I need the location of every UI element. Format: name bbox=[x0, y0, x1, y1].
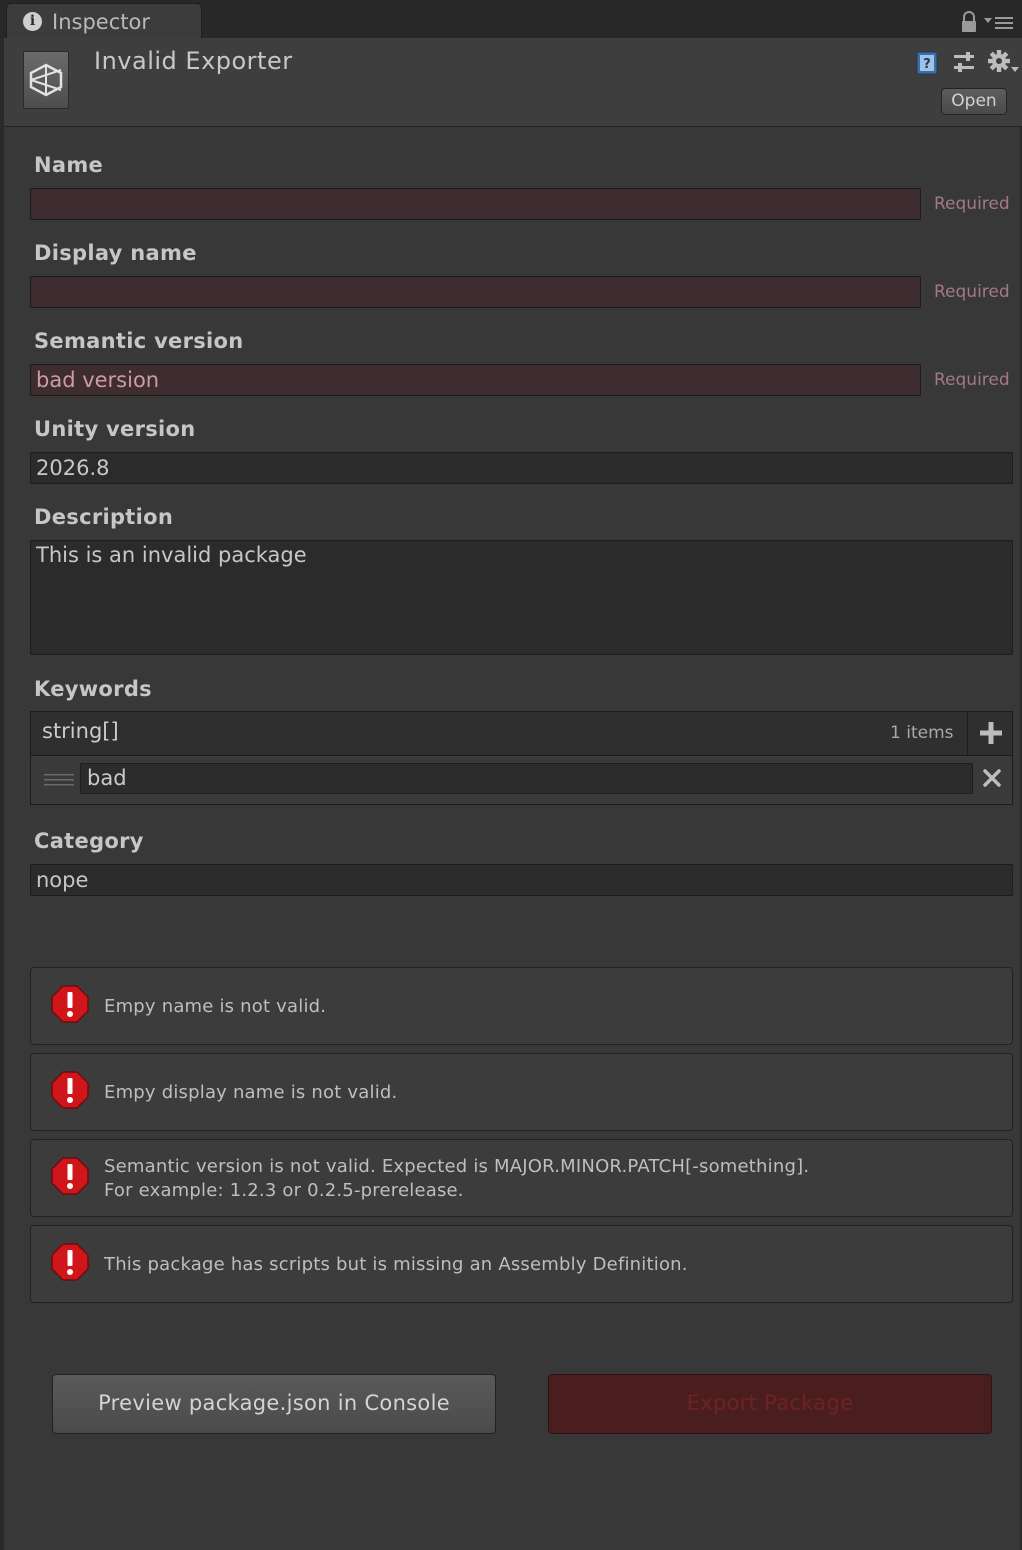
close-icon[interactable] bbox=[982, 768, 1002, 788]
display-name-label: Display name bbox=[34, 241, 197, 265]
keyword-item-field[interactable]: bad bbox=[80, 763, 973, 794]
keywords-label: Keywords bbox=[34, 677, 152, 701]
unity-logo-icon bbox=[23, 51, 69, 109]
open-button[interactable]: Open bbox=[941, 88, 1007, 115]
list-divider bbox=[967, 712, 968, 755]
keywords-list: bad bbox=[30, 755, 1013, 805]
keywords-list-header: string[] 1 items bbox=[30, 711, 1013, 756]
name-required-hint: Required bbox=[934, 194, 1010, 214]
category-label: Category bbox=[34, 829, 144, 853]
presets-icon[interactable] bbox=[952, 51, 976, 75]
semantic-version-label: Semantic version bbox=[34, 329, 244, 353]
svg-text:?: ? bbox=[923, 57, 931, 72]
tab-bar: i Inspector bbox=[0, 0, 1022, 38]
inspector-header: Invalid Exporter ? Open bbox=[4, 38, 1022, 127]
name-field[interactable] bbox=[30, 188, 921, 220]
plus-icon[interactable] bbox=[979, 721, 1003, 745]
error-icon bbox=[51, 1243, 89, 1281]
lock-icon[interactable] bbox=[960, 11, 978, 33]
error-message-text: Semantic version is not valid. Expected … bbox=[104, 1156, 810, 1177]
error-message-box: Empy name is not valid. bbox=[30, 967, 1013, 1045]
error-message-text: This package has scripts but is missing … bbox=[104, 1254, 688, 1275]
error-message-box: This package has scripts but is missing … bbox=[30, 1225, 1013, 1303]
tab-inspector[interactable]: i Inspector bbox=[6, 3, 202, 38]
gear-icon[interactable] bbox=[987, 49, 1019, 75]
error-message-box: Semantic version is not valid. Expected … bbox=[30, 1139, 1013, 1217]
name-label: Name bbox=[34, 153, 104, 177]
tab-label: Inspector bbox=[52, 10, 150, 34]
window-left-border bbox=[0, 38, 4, 1550]
semantic-version-required-hint: Required bbox=[934, 370, 1010, 390]
unity-version-field[interactable]: 2026.8 bbox=[30, 452, 1013, 484]
description-textarea[interactable]: This is an invalid package bbox=[30, 540, 1013, 655]
description-label: Description bbox=[34, 505, 174, 529]
display-name-field[interactable] bbox=[30, 276, 921, 308]
semantic-version-field[interactable]: bad version bbox=[30, 364, 921, 396]
display-name-required-hint: Required bbox=[934, 282, 1010, 302]
error-icon bbox=[51, 1071, 89, 1109]
error-icon bbox=[51, 1157, 89, 1195]
error-icon bbox=[51, 985, 89, 1023]
error-message-box: Empy display name is not valid. bbox=[30, 1053, 1013, 1131]
keywords-item-count: 1 items bbox=[890, 723, 954, 743]
export-package-button[interactable]: Export Package bbox=[548, 1374, 992, 1434]
preview-package-json-button[interactable]: Preview package.json in Console bbox=[52, 1374, 496, 1434]
category-field[interactable]: nope bbox=[30, 864, 1013, 896]
menu-icon[interactable] bbox=[984, 14, 1014, 32]
error-message-text: Empy display name is not valid. bbox=[104, 1082, 398, 1103]
drag-handle-icon[interactable] bbox=[44, 773, 74, 789]
error-message-text-line2: For example: 1.2.3 or 0.2.5-prerelease. bbox=[104, 1180, 464, 1201]
keywords-list-type: string[] bbox=[42, 719, 119, 743]
error-message-text: Empy name is not valid. bbox=[104, 996, 327, 1017]
asset-title: Invalid Exporter bbox=[94, 47, 293, 75]
info-icon: i bbox=[23, 12, 42, 31]
help-icon[interactable]: ? bbox=[915, 51, 939, 75]
unity-version-label: Unity version bbox=[34, 417, 196, 441]
